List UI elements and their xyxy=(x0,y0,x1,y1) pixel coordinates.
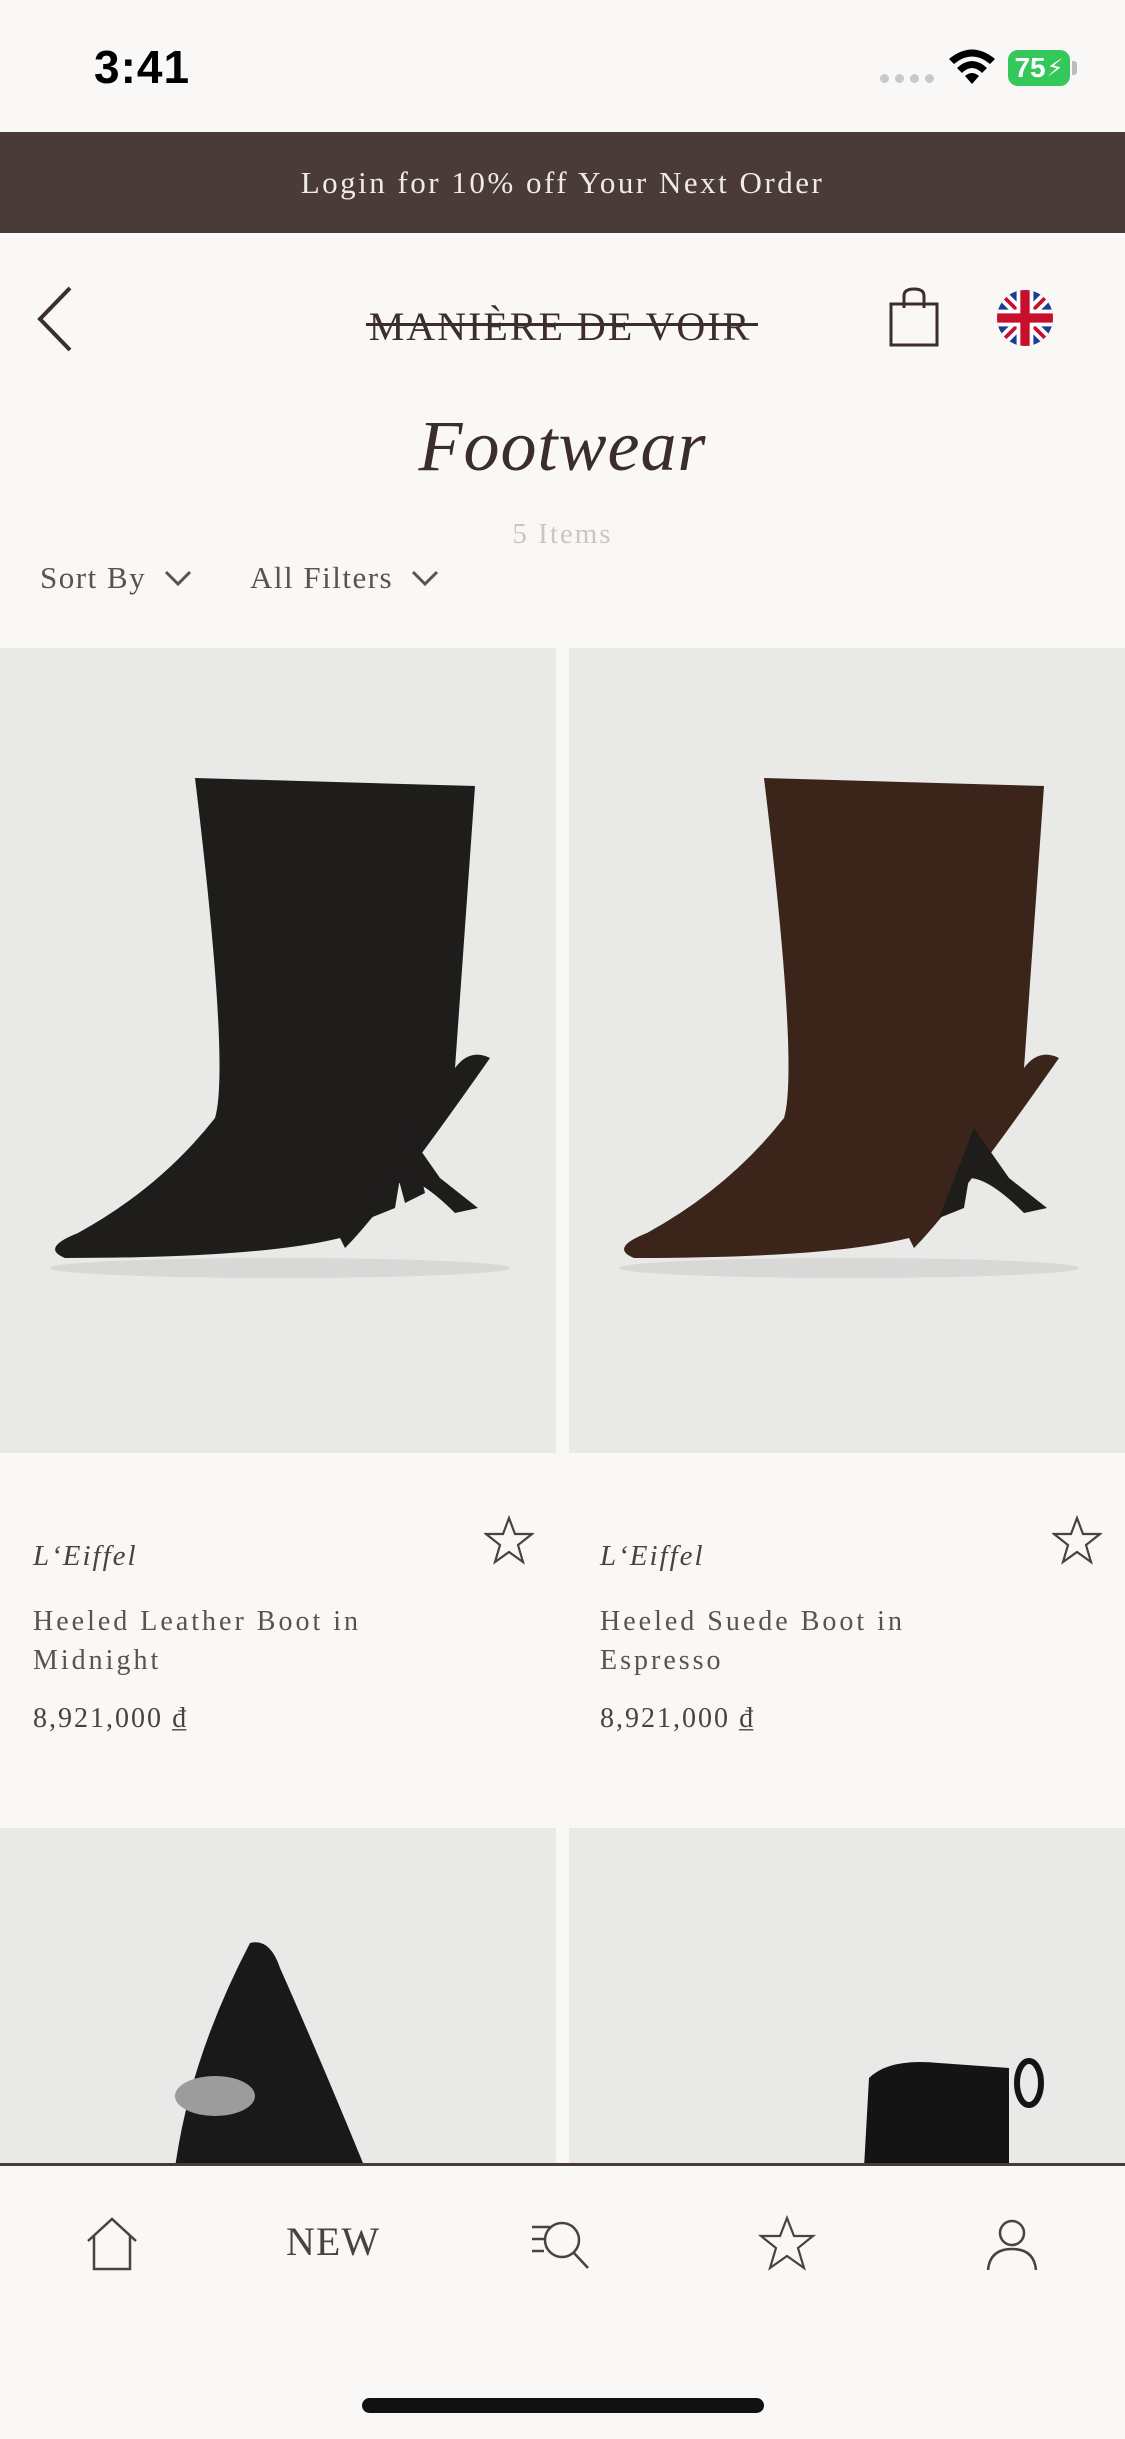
chevron-down-icon xyxy=(165,570,192,587)
item-count: 5 Items xyxy=(512,518,613,550)
chevron-down-icon xyxy=(412,570,439,587)
buckle-boot-illustration xyxy=(864,2058,1044,2168)
nav-new-button[interactable]: NEW xyxy=(286,2218,380,2265)
logo-text: MANIÈRE DE VOIR xyxy=(368,303,752,349)
login-promo-banner[interactable]: Login for 10% off Your Next Order xyxy=(0,132,1125,233)
search-icon[interactable] xyxy=(530,2213,590,2273)
product-name[interactable]: Heeled Leather Boot in Midnight xyxy=(33,1602,453,1680)
battery-tip xyxy=(1072,61,1077,75)
wifi-icon xyxy=(949,49,995,84)
all-filters-label: All Filters xyxy=(250,560,394,595)
status-time: 3:41 xyxy=(94,41,191,93)
home-icon[interactable] xyxy=(82,2213,142,2273)
logo-strike-line xyxy=(366,323,758,326)
product-image-suede-boot[interactable] xyxy=(569,648,1125,1453)
wishlist-star-icon[interactable] xyxy=(484,1515,534,1565)
product-price: 8,921,000 ₫ xyxy=(33,1703,189,1734)
sort-by-label: Sort By xyxy=(40,560,147,595)
product-image-pointed-shoe[interactable] xyxy=(0,1828,556,2168)
shopping-bag-icon[interactable] xyxy=(888,286,940,348)
black-boot-illustration xyxy=(50,778,510,1278)
product-brand: L‘Eiffel xyxy=(33,1540,138,1572)
cellular-signal-icon xyxy=(880,74,934,83)
pointed-shoe-illustration xyxy=(175,1942,365,2168)
uk-flag-icon[interactable] xyxy=(997,290,1053,346)
wishlist-star-icon[interactable] xyxy=(757,2213,817,2273)
brand-logo[interactable]: MANIÈRE DE VOIR xyxy=(360,296,760,356)
back-chevron-icon[interactable] xyxy=(30,282,80,356)
product-price: 8,921,000 ₫ xyxy=(600,1703,756,1734)
product-name[interactable]: Heeled Suede Boot in Espresso xyxy=(600,1602,1020,1680)
home-indicator xyxy=(362,2398,764,2413)
page-title: Footwear xyxy=(418,406,707,486)
account-icon[interactable] xyxy=(982,2213,1042,2273)
sort-by-button[interactable]: Sort By xyxy=(40,558,192,598)
all-filters-button[interactable]: All Filters xyxy=(250,558,439,598)
battery-level: 75 xyxy=(1014,52,1046,83)
wishlist-star-icon[interactable] xyxy=(1052,1515,1102,1565)
promo-text: Login for 10% off Your Next Order xyxy=(300,164,825,200)
product-image-leather-boot[interactable] xyxy=(0,648,556,1453)
product-brand: L‘Eiffel xyxy=(600,1540,705,1572)
product-image-buckle-boot[interactable] xyxy=(569,1828,1125,2168)
battery-icon: 75 ⚡ xyxy=(1008,50,1070,86)
brown-boot-illustration xyxy=(619,778,1079,1278)
